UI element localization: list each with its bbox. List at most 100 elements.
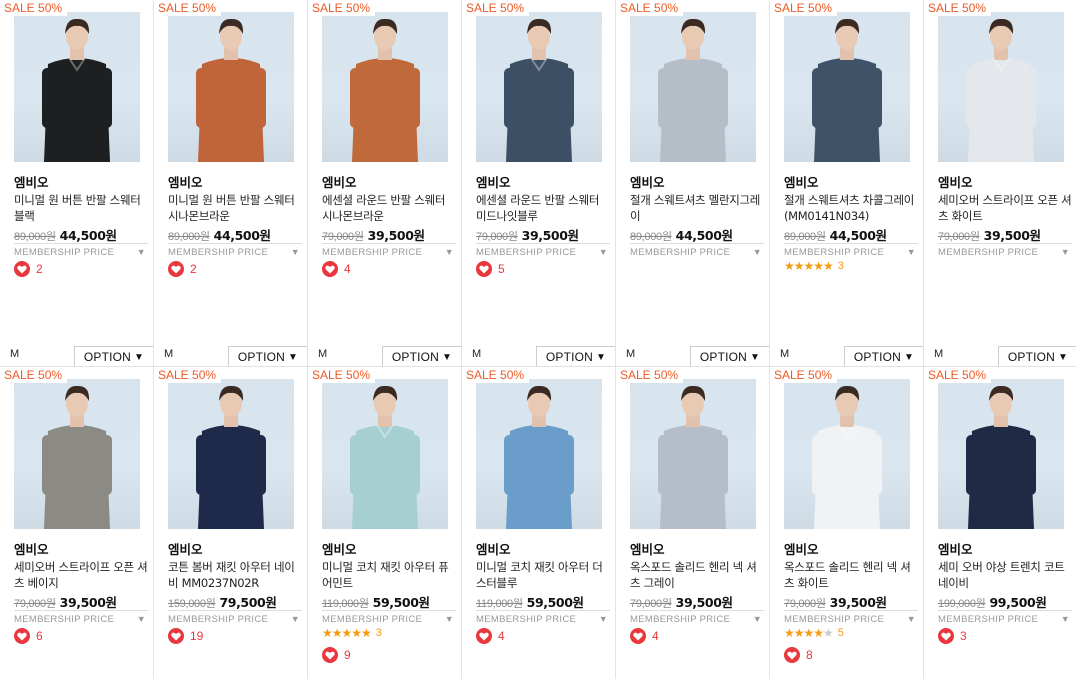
caret-down-icon[interactable]: ▼ — [753, 614, 762, 624]
brand-name[interactable]: 엠비오 — [476, 172, 511, 191]
product-card[interactable]: SALE 50% 엠비오 미니멀 코치 재킷 아우터 퓨어민트 119,000원 5… — [308, 367, 462, 679]
brand-name[interactable]: 엠비오 — [168, 172, 203, 191]
product-image[interactable] — [14, 12, 140, 162]
membership-price-toggle[interactable]: MEMBERSHIP PRICE ▼ — [784, 243, 918, 258]
like-button[interactable]: 4 — [476, 628, 505, 644]
product-name[interactable]: 코튼 봄버 재킷 아우터 네이비 MM0237N02R — [168, 559, 302, 591]
membership-price-toggle[interactable]: MEMBERSHIP PRICE ▼ — [630, 243, 764, 258]
membership-price-toggle[interactable]: MEMBERSHIP PRICE ▼ — [938, 610, 1072, 625]
product-image[interactable] — [784, 12, 910, 162]
product-card[interactable]: SALE 50% 엠비오 절개 스웨트셔츠 멜란지그레이 89,000원 44,50… — [616, 0, 770, 367]
product-card[interactable]: SALE 50% 엠비오 에센셜 라운드 반팔 스웨터 시나몬브라운 79,000… — [308, 0, 462, 367]
membership-price-toggle[interactable]: MEMBERSHIP PRICE ▼ — [168, 243, 302, 258]
product-name[interactable]: 옥스포드 솔리드 헨리 넥 셔츠 화이트 — [784, 559, 918, 591]
caret-down-icon[interactable]: ▼ — [599, 614, 608, 624]
like-button[interactable]: 8 — [784, 647, 813, 663]
product-image[interactable] — [168, 379, 294, 529]
heart-icon[interactable] — [14, 628, 30, 644]
heart-icon[interactable] — [168, 628, 184, 644]
product-image[interactable] — [476, 12, 602, 162]
like-button[interactable]: 5 — [476, 261, 505, 277]
product-name[interactable]: 세미오버 스트라이프 오픈 셔츠 화이트 — [938, 192, 1072, 224]
product-name[interactable]: 미니멀 원 버튼 반팔 스웨터 시나몬브라운 — [168, 192, 302, 224]
like-button[interactable]: 6 — [14, 628, 43, 644]
membership-price-toggle[interactable]: MEMBERSHIP PRICE ▼ — [476, 243, 610, 258]
membership-price-toggle[interactable]: MEMBERSHIP PRICE ▼ — [322, 610, 456, 625]
product-name[interactable]: 에센셜 라운드 반팔 스웨터 시나몬브라운 — [322, 192, 456, 224]
product-card[interactable]: SALE 50% 엠비오 미니멀 원 버튼 반팔 스웨터 시나몬브라운 89,00… — [154, 0, 308, 367]
caret-down-icon[interactable]: ▼ — [291, 614, 300, 624]
product-name[interactable]: 절개 스웨트셔츠 멜란지그레이 — [630, 192, 764, 224]
brand-name[interactable]: 엠비오 — [630, 539, 665, 558]
brand-name[interactable]: 엠비오 — [784, 539, 819, 558]
brand-name[interactable]: 엠비오 — [14, 172, 49, 191]
product-name[interactable]: 세미오버 스트라이프 오픈 셔츠 베이지 — [14, 559, 148, 591]
membership-price-toggle[interactable]: MEMBERSHIP PRICE ▼ — [784, 610, 918, 625]
product-image[interactable] — [168, 12, 294, 162]
brand-name[interactable]: 엠비오 — [938, 172, 973, 191]
product-name[interactable]: 절개 스웨트셔츠 차콜그레이 (MM0141N034) — [784, 192, 918, 224]
brand-name[interactable]: 엠비오 — [322, 539, 357, 558]
product-image[interactable] — [14, 379, 140, 529]
membership-price-toggle[interactable]: MEMBERSHIP PRICE ▼ — [14, 610, 148, 625]
product-image[interactable] — [630, 379, 756, 529]
option-dropdown[interactable]: OPTION ▼ — [690, 346, 769, 366]
product-image[interactable] — [476, 379, 602, 529]
heart-icon[interactable] — [938, 628, 954, 644]
brand-name[interactable]: 엠비오 — [476, 539, 511, 558]
option-dropdown[interactable]: OPTION ▼ — [536, 346, 615, 366]
brand-name[interactable]: 엠비오 — [322, 172, 357, 191]
caret-down-icon[interactable]: ▼ — [753, 247, 762, 257]
heart-icon[interactable] — [14, 261, 30, 277]
product-card[interactable]: SALE 50% 엠비오 코튼 봄버 재킷 아우터 네이비 MM0237N02R … — [154, 367, 308, 679]
option-dropdown[interactable]: OPTION ▼ — [382, 346, 461, 366]
caret-down-icon[interactable]: ▼ — [137, 247, 146, 257]
membership-price-toggle[interactable]: MEMBERSHIP PRICE ▼ — [630, 610, 764, 625]
product-card[interactable]: SALE 50% 엠비오 세미 오버 야상 트렌치 코트 네이비 199,000원… — [924, 367, 1076, 679]
like-button[interactable]: 3 — [938, 628, 967, 644]
caret-down-icon[interactable]: ▼ — [1061, 247, 1070, 257]
brand-name[interactable]: 엠비오 — [168, 539, 203, 558]
product-name[interactable]: 미니멀 코치 재킷 아우터 더스터블루 — [476, 559, 610, 591]
product-image[interactable] — [938, 12, 1064, 162]
product-card[interactable]: SALE 50% 엠비오 세미오버 스트라이프 오픈 셔츠 베이지 79,000원… — [0, 367, 154, 679]
like-button[interactable]: 9 — [322, 647, 351, 663]
caret-down-icon[interactable]: ▼ — [907, 614, 916, 624]
brand-name[interactable]: 엠비오 — [938, 539, 973, 558]
brand-name[interactable]: 엠비오 — [630, 172, 665, 191]
product-card[interactable]: SALE 50% 엠비오 에센셜 라운드 반팔 스웨터 미드나잇블루 79,000… — [462, 0, 616, 367]
product-name[interactable]: 옥스포드 솔리드 헨리 넥 셔츠 그레이 — [630, 559, 764, 591]
product-name[interactable]: 미니멀 코치 재킷 아우터 퓨어민트 — [322, 559, 456, 591]
heart-icon[interactable] — [476, 261, 492, 277]
caret-down-icon[interactable]: ▼ — [599, 247, 608, 257]
caret-down-icon[interactable]: ▼ — [291, 247, 300, 257]
product-card[interactable]: SALE 50% 엠비오 세미오버 스트라이프 오픈 셔츠 화이트 79,000원… — [924, 0, 1076, 367]
like-button[interactable]: 4 — [322, 261, 351, 277]
heart-icon[interactable] — [322, 261, 338, 277]
caret-down-icon[interactable]: ▼ — [137, 614, 146, 624]
product-name[interactable]: 세미 오버 야상 트렌치 코트 네이비 — [938, 559, 1072, 591]
brand-name[interactable]: 엠비오 — [784, 172, 819, 191]
product-name[interactable]: 에센셜 라운드 반팔 스웨터 미드나잇블루 — [476, 192, 610, 224]
like-button[interactable]: 2 — [14, 261, 43, 277]
membership-price-toggle[interactable]: MEMBERSHIP PRICE ▼ — [14, 243, 148, 258]
option-dropdown[interactable]: OPTION ▼ — [998, 346, 1076, 366]
product-image[interactable] — [630, 12, 756, 162]
product-card[interactable]: SALE 50% 엠비오 옥스포드 솔리드 헨리 넥 셔츠 그레이 79,000원… — [616, 367, 770, 679]
option-dropdown[interactable]: OPTION ▼ — [74, 346, 153, 366]
option-dropdown[interactable]: OPTION ▼ — [844, 346, 923, 366]
option-dropdown[interactable]: OPTION ▼ — [228, 346, 307, 366]
product-name[interactable]: 미니멀 원 버튼 반팔 스웨터 블랙 — [14, 192, 148, 224]
product-card[interactable]: SALE 50% 엠비오 절개 스웨트셔츠 차콜그레이 (MM0141N034) … — [770, 0, 924, 367]
like-button[interactable]: 19 — [168, 628, 203, 644]
caret-down-icon[interactable]: ▼ — [1061, 614, 1070, 624]
membership-price-toggle[interactable]: MEMBERSHIP PRICE ▼ — [168, 610, 302, 625]
product-card[interactable]: SALE 50% 엠비오 미니멀 코치 재킷 아우터 더스터블루 119,000원… — [462, 367, 616, 679]
like-button[interactable]: 2 — [168, 261, 197, 277]
caret-down-icon[interactable]: ▼ — [445, 247, 454, 257]
product-card[interactable]: SALE 50% 엠비오 옥스포드 솔리드 헨리 넥 셔츠 화이트 79,000원… — [770, 367, 924, 679]
product-image[interactable] — [784, 379, 910, 529]
brand-name[interactable]: 엠비오 — [14, 539, 49, 558]
heart-icon[interactable] — [476, 628, 492, 644]
membership-price-toggle[interactable]: MEMBERSHIP PRICE ▼ — [938, 243, 1072, 258]
